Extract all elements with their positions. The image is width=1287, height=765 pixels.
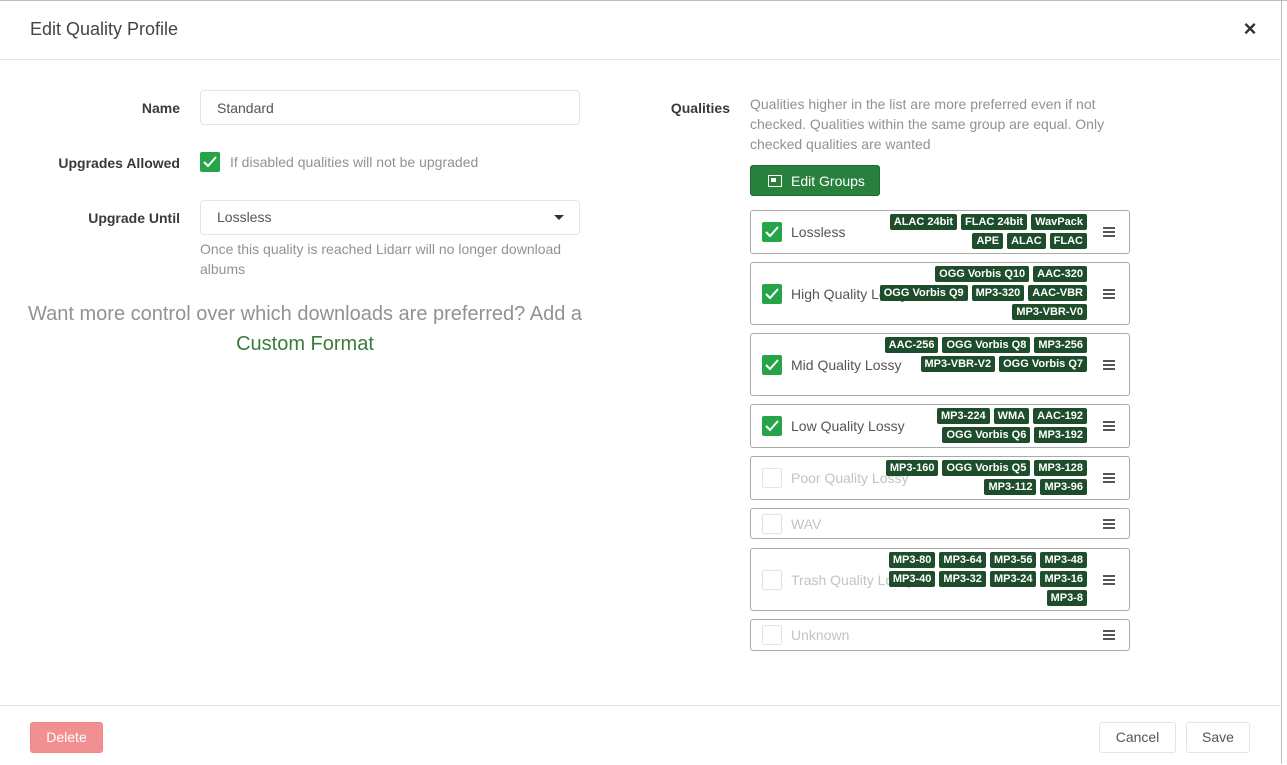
- modal-footer: Delete Cancel Save: [0, 705, 1281, 765]
- custom-format-link[interactable]: Custom Format: [0, 333, 610, 356]
- quality-checkbox[interactable]: [762, 222, 782, 242]
- quality-row[interactable]: Trash Quality Lossy MP3-80 MP3-64 MP3-56 MP3…: [750, 548, 1130, 611]
- drag-handle-icon[interactable]: [1103, 473, 1115, 483]
- upgrade-until-hint: Once this quality is reached Lidarr will…: [200, 241, 562, 277]
- quality-tag: OGG Vorbis Q7: [999, 356, 1087, 372]
- quality-tag: MP3-224: [937, 408, 990, 424]
- upgrades-allowed-label: Upgrades Allowed: [58, 155, 180, 171]
- name-input[interactable]: [200, 90, 580, 125]
- quality-row[interactable]: Unknown: [750, 619, 1130, 651]
- check-icon: [765, 420, 779, 432]
- save-button[interactable]: Save: [1186, 722, 1250, 753]
- custom-format-text: Want more control over which downloads a…: [28, 303, 582, 325]
- drag-handle-icon[interactable]: [1103, 519, 1115, 529]
- quality-tags: MP3-160 OGG Vorbis Q5 MP3-128 MP3-112 MP3-96: [857, 460, 1087, 495]
- quality-checkbox[interactable]: [762, 416, 782, 436]
- quality-tag: MP3-VBR-V0: [1012, 304, 1087, 320]
- drag-handle-icon[interactable]: [1103, 360, 1115, 370]
- quality-tags: MP3-80 MP3-64 MP3-56 MP3-48 MP3-40 MP3-32 MP3-…: [857, 552, 1087, 606]
- upgrade-until-select[interactable]: Lossless: [200, 200, 580, 235]
- quality-row[interactable]: Low Quality Lossy MP3-224 WMA AAC-192 OGG Vo…: [750, 404, 1130, 448]
- quality-tag: FLAC: [1049, 233, 1087, 249]
- quality-tag: OGG Vorbis Q9: [879, 285, 968, 301]
- quality-tag: APE: [972, 233, 1004, 249]
- group-icon: [768, 175, 782, 187]
- quality-tag: MP3-320: [971, 285, 1025, 301]
- quality-tag: OGG Vorbis Q5: [942, 460, 1031, 476]
- drag-handle-icon[interactable]: [1103, 289, 1115, 299]
- quality-tag: MP3-80: [888, 552, 936, 568]
- quality-tag: AAC-320: [1033, 266, 1087, 282]
- quality-tag: MP3-8: [1046, 590, 1087, 606]
- quality-tags: AAC-256 OGG Vorbis Q8 MP3-256 MP3-VBR-V2 OGG…: [857, 337, 1087, 372]
- quality-tag: MP3-64: [939, 552, 986, 568]
- quality-tag: AAC-192: [1033, 408, 1087, 424]
- edit-groups-label: Edit Groups: [791, 173, 865, 189]
- quality-tag: FLAC 24bit: [961, 214, 1028, 230]
- drag-handle-icon[interactable]: [1103, 421, 1115, 431]
- check-icon: [203, 156, 217, 168]
- quality-tag: MP3-48: [1040, 552, 1087, 568]
- quality-tag: MP3-112: [984, 479, 1037, 495]
- check-icon: [765, 226, 779, 238]
- quality-checkbox[interactable]: [762, 514, 782, 534]
- quality-row[interactable]: WAV: [750, 508, 1130, 539]
- quality-checkbox[interactable]: [762, 284, 782, 304]
- quality-tag: ALAC 24bit: [889, 214, 958, 230]
- quality-row[interactable]: Lossless ALAC 24bit FLAC 24bit WavPack APE AL…: [750, 210, 1130, 254]
- check-icon: [765, 288, 779, 300]
- quality-row[interactable]: Mid Quality Lossy AAC-256 OGG Vorbis Q8 MP3…: [750, 333, 1130, 396]
- upgrades-allowed-hint: If disabled qualities will not be upgrad…: [230, 154, 479, 170]
- check-icon: [765, 359, 779, 371]
- quality-tag: AAC-VBR: [1028, 285, 1087, 301]
- drag-handle-icon[interactable]: [1103, 575, 1115, 585]
- upgrades-allowed-checkbox[interactable]: [200, 152, 220, 172]
- scrollbar-edge: [1281, 0, 1282, 764]
- quality-checkbox[interactable]: [762, 468, 782, 488]
- name-label: Name: [141, 100, 180, 116]
- upgrade-until-label: Upgrade Until: [88, 210, 180, 226]
- quality-row[interactable]: High Quality Lossy OGG Vorbis Q10 AAC-320 O…: [750, 262, 1130, 325]
- quality-tags: MP3-224 WMA AAC-192 OGG Vorbis Q6 MP3-192: [857, 408, 1087, 443]
- caret-down-icon: [554, 215, 564, 220]
- quality-tag: MP3-32: [939, 571, 986, 587]
- modal-title: Edit Quality Profile: [30, 19, 179, 39]
- delete-button[interactable]: Delete: [30, 722, 103, 753]
- quality-tag: WavPack: [1031, 214, 1087, 230]
- quality-tag: MP3-24: [989, 571, 1037, 587]
- quality-row[interactable]: Poor Quality Lossy MP3-160 OGG Vorbis Q5 MP…: [750, 456, 1130, 500]
- quality-tag: MP3-96: [1040, 479, 1087, 495]
- quality-name: Unknown: [791, 627, 850, 643]
- quality-tag: MP3-56: [989, 552, 1037, 568]
- quality-checkbox[interactable]: [762, 625, 782, 645]
- quality-tag: MP3-16: [1040, 571, 1087, 587]
- cancel-button[interactable]: Cancel: [1099, 722, 1176, 753]
- quality-tag: OGG Vorbis Q10: [935, 266, 1030, 282]
- quality-tag: MP3-192: [1034, 427, 1087, 443]
- edit-groups-button[interactable]: Edit Groups: [750, 165, 880, 196]
- quality-name: Lossless: [791, 224, 846, 240]
- quality-tag: WMA: [993, 408, 1030, 424]
- quality-tag: MP3-256: [1034, 337, 1087, 353]
- quality-tag: OGG Vorbis Q6: [942, 427, 1031, 443]
- modal-header: Edit Quality Profile ×: [0, 1, 1281, 60]
- quality-tag: MP3-128: [1034, 460, 1087, 476]
- quality-tags: OGG Vorbis Q10 AAC-320 OGG Vorbis Q9 MP3-32…: [857, 266, 1087, 320]
- quality-checkbox[interactable]: [762, 570, 782, 590]
- close-icon[interactable]: ×: [1239, 17, 1261, 41]
- quality-tag: MP3-40: [888, 571, 936, 587]
- quality-tag: MP3-160: [885, 460, 939, 476]
- quality-tag: AAC-256: [884, 337, 939, 353]
- quality-tags: ALAC 24bit FLAC 24bit WavPack APE ALAC FLAC: [857, 214, 1087, 249]
- upgrade-until-value: Lossless: [217, 209, 272, 225]
- quality-name: WAV: [791, 516, 822, 532]
- quality-tag: ALAC: [1007, 233, 1046, 249]
- quality-tag: OGG Vorbis Q8: [942, 337, 1031, 353]
- quality-tag: MP3-VBR-V2: [920, 356, 996, 372]
- drag-handle-icon[interactable]: [1103, 227, 1115, 237]
- qualities-label: Qualities: [670, 100, 730, 116]
- quality-checkbox[interactable]: [762, 355, 782, 375]
- qualities-description: Qualities higher in the list are more pr…: [750, 96, 1105, 152]
- drag-handle-icon[interactable]: [1103, 630, 1115, 640]
